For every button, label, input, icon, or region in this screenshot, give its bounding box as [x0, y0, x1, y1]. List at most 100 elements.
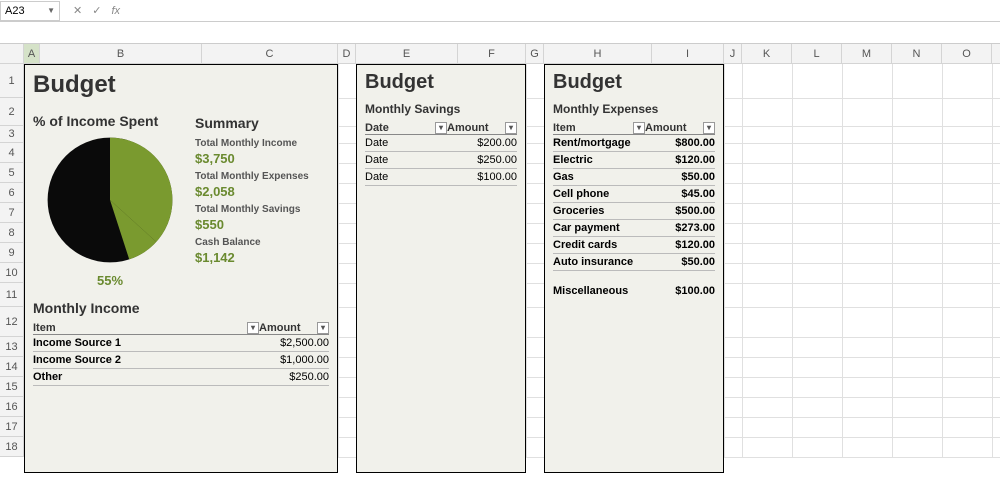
table-row: Date$100.00 — [365, 169, 517, 186]
row-header-2[interactable]: 2 — [0, 98, 24, 126]
summary-value: $3,750 — [195, 151, 337, 166]
filter-dropdown-icon[interactable]: ▾ — [317, 322, 329, 334]
col-header-I[interactable]: I — [652, 44, 724, 63]
row-header-1[interactable]: 1 — [0, 64, 24, 98]
cell-item: Electric — [553, 154, 645, 166]
row-header-4[interactable]: 4 — [0, 143, 24, 163]
row-header-9[interactable]: 9 — [0, 243, 24, 263]
col-amount: Amount — [447, 122, 489, 134]
col-header-A[interactable]: A — [24, 44, 40, 63]
filter-dropdown-icon[interactable]: ▾ — [703, 122, 715, 134]
table-row: Income Source 1$2,500.00 — [33, 335, 329, 352]
cell-date: Date — [365, 171, 447, 183]
row-header-15[interactable]: 15 — [0, 377, 24, 397]
col-header-H[interactable]: H — [544, 44, 652, 63]
chevron-down-icon[interactable]: ▼ — [47, 6, 55, 15]
cell-amount: $50.00 — [645, 256, 715, 268]
table-row: Gas$50.00 — [553, 169, 715, 186]
name-box[interactable]: A23 ▼ — [0, 1, 60, 21]
col-header-K[interactable]: K — [742, 44, 792, 63]
col-amount: Amount — [645, 122, 687, 134]
name-box-value: A23 — [5, 5, 25, 17]
cell-amount: $100.00 — [447, 171, 517, 183]
cell-item: Car payment — [553, 222, 645, 234]
cell-date: Date — [365, 154, 447, 166]
table-row: Car payment$273.00 — [553, 220, 715, 237]
col-header-B[interactable]: B — [40, 44, 202, 63]
row-header-12[interactable]: 12 — [0, 307, 24, 337]
col-header-N[interactable]: N — [892, 44, 942, 63]
summary-label: Cash Balance — [195, 236, 337, 250]
table-row: Cell phone$45.00 — [553, 186, 715, 203]
cell-amount: $2,500.00 — [259, 337, 329, 349]
row-header-6[interactable]: 6 — [0, 183, 24, 203]
cell-item: Income Source 2 — [33, 354, 259, 366]
col-header-L[interactable]: L — [792, 44, 842, 63]
panel-title: Budget — [33, 71, 337, 99]
cell-item: Auto insurance — [553, 256, 645, 268]
table-row: Other$250.00 — [33, 369, 329, 386]
cell-amount: $250.00 — [259, 371, 329, 383]
row-header-8[interactable]: 8 — [0, 223, 24, 243]
table-row: Credit cards$120.00 — [553, 237, 715, 254]
filter-dropdown-icon[interactable]: ▾ — [633, 122, 645, 134]
grid[interactable]: Budget % of Income Spent 55% — [24, 64, 1000, 457]
table-row: Groceries$500.00 — [553, 203, 715, 220]
row-header-11[interactable]: 11 — [0, 283, 24, 307]
row-header-16[interactable]: 16 — [0, 397, 24, 417]
cell-amount: $1,000.00 — [259, 354, 329, 366]
cancel-icon[interactable]: ✕ — [73, 4, 82, 17]
fx-label[interactable]: fx — [111, 5, 120, 17]
summary-value: $1,142 — [195, 250, 337, 265]
row-header-18[interactable]: 18 — [0, 437, 24, 457]
row-header-14[interactable]: 14 — [0, 357, 24, 377]
col-item: Item — [33, 322, 56, 334]
col-header-F[interactable]: F — [458, 44, 526, 63]
cell-amount: $120.00 — [645, 239, 715, 251]
summary-heading: Summary — [195, 115, 337, 131]
table-header-row: Date ▾ Amount ▾ — [365, 122, 517, 135]
col-header-D[interactable]: D — [338, 44, 356, 63]
row-header-3[interactable]: 3 — [0, 126, 24, 143]
monthly-income-heading: Monthly Income — [33, 300, 337, 316]
filter-dropdown-icon[interactable]: ▾ — [435, 122, 447, 134]
row-header-5[interactable]: 5 — [0, 163, 24, 183]
expenses-table: Item ▾ Amount ▾ Rent/mortgage$800.00Elec… — [553, 122, 715, 299]
cell-item: Income Source 1 — [33, 337, 259, 349]
panel-title: Budget — [553, 71, 723, 94]
row-header-10[interactable]: 10 — [0, 263, 24, 283]
row-header-7[interactable]: 7 — [0, 203, 24, 223]
cell-amount: $120.00 — [645, 154, 715, 166]
row-header-13[interactable]: 13 — [0, 337, 24, 357]
summary-label: Total Monthly Savings — [195, 203, 337, 217]
cell-item: Other — [33, 371, 259, 383]
filter-dropdown-icon[interactable]: ▾ — [505, 122, 517, 134]
col-header-J[interactable]: J — [724, 44, 742, 63]
col-header-C[interactable]: C — [202, 44, 338, 63]
budget-panel-main: Budget % of Income Spent 55% — [24, 64, 338, 473]
budget-panel-expenses: Budget Monthly Expenses Item ▾ Amount ▾ … — [544, 64, 724, 473]
col-header-G[interactable]: G — [526, 44, 544, 63]
cell-amount: $500.00 — [645, 205, 715, 217]
cell-amount: $273.00 — [645, 222, 715, 234]
confirm-icon[interactable]: ✓ — [92, 4, 101, 17]
select-all-corner[interactable] — [0, 44, 24, 63]
cell-item: Groceries — [553, 205, 645, 217]
cell-amount: $250.00 — [447, 154, 517, 166]
cell-amount: $200.00 — [447, 137, 517, 149]
table-row: Date$200.00 — [365, 135, 517, 152]
formula-bar-controls: ✕ ✓ fx — [68, 4, 125, 17]
col-amount: Amount — [259, 322, 301, 334]
pie-chart — [45, 135, 175, 265]
table-row: Rent/mortgage$800.00 — [553, 135, 715, 152]
col-header-M[interactable]: M — [842, 44, 892, 63]
formula-bar[interactable] — [0, 22, 1000, 44]
panel-title: Budget — [365, 71, 525, 94]
table-row: Date$250.00 — [365, 152, 517, 169]
col-header-O[interactable]: O — [942, 44, 992, 63]
filter-dropdown-icon[interactable]: ▾ — [247, 322, 259, 334]
row-header-17[interactable]: 17 — [0, 417, 24, 437]
misc-item: Miscellaneous — [553, 285, 645, 297]
col-header-E[interactable]: E — [356, 44, 458, 63]
summary-value: $2,058 — [195, 184, 337, 199]
